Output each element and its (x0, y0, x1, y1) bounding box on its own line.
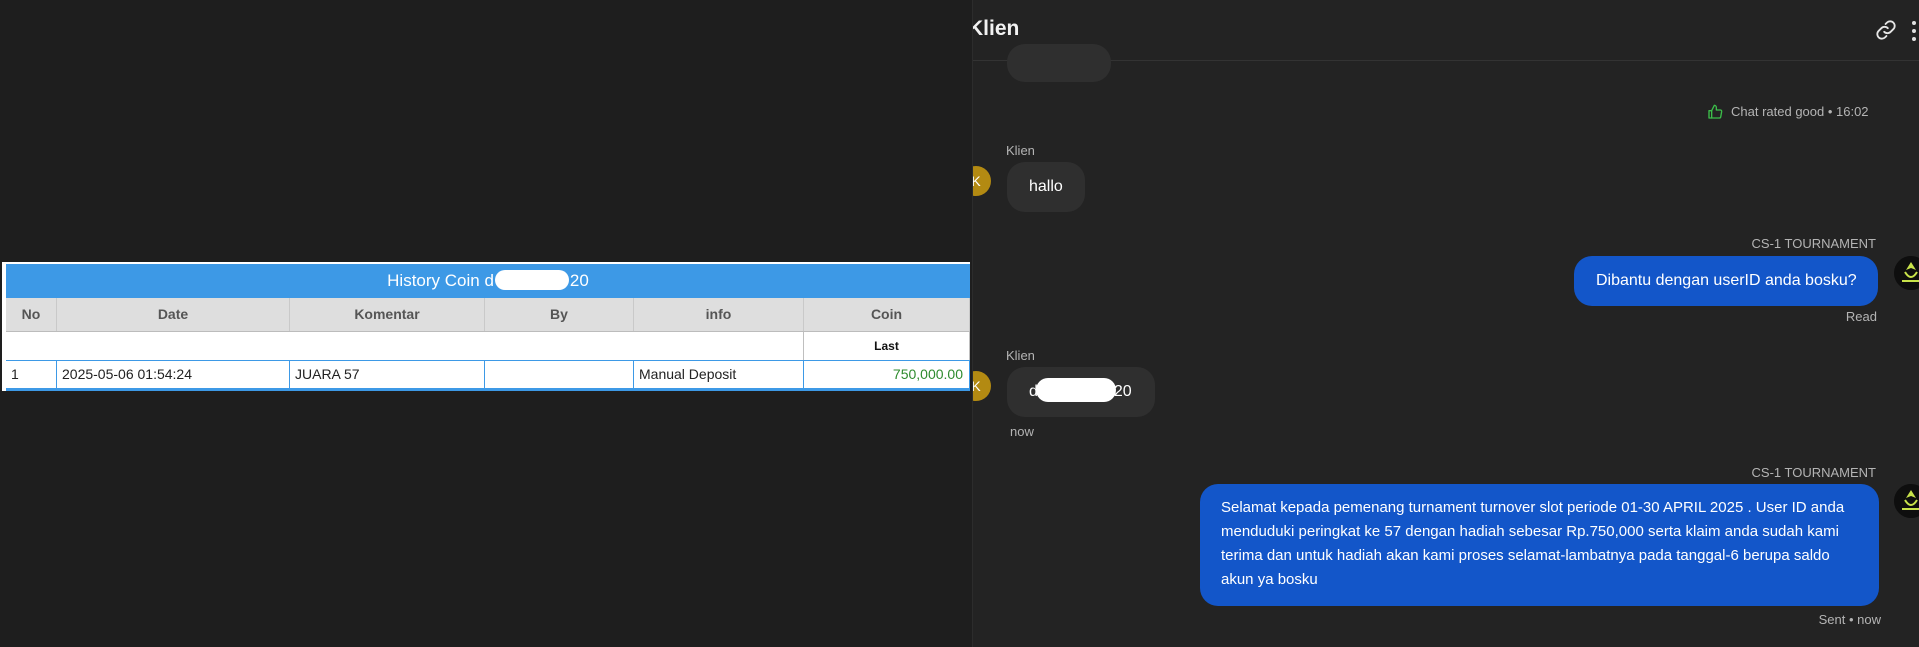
message-text: Dibantu dengan userID anda bosku? (1596, 272, 1857, 289)
column-header-date[interactable]: Date (57, 298, 290, 331)
message-text: hallo (1029, 178, 1063, 195)
message-status-read: Read (1845, 309, 1877, 324)
history-table-title: History Coin d 20 (6, 264, 970, 298)
column-header-coin[interactable]: Coin (804, 298, 970, 331)
previous-message-bubble (1007, 44, 1111, 82)
message-status-sent: Sent • now (1818, 612, 1881, 627)
chat-header: Klien (973, 0, 1919, 61)
chat-rating-text: Chat rated good • 16:02 (1731, 104, 1869, 119)
sender-label: CS-1 TOURNAMENT (1751, 236, 1876, 251)
sender-label: CS-1 TOURNAMENT (1751, 465, 1876, 480)
message-bubble-client: hallo (1007, 162, 1085, 212)
cell-no: 1 (6, 361, 57, 388)
left-panel: History Coin d 20 No Date Komentar By inf… (0, 0, 972, 647)
message-text: Selamat kepada pemenang turnament turnov… (1221, 499, 1845, 588)
history-title-prefix: History Coin d (387, 271, 494, 290)
column-header-info[interactable]: info (634, 298, 804, 331)
column-header-no[interactable]: No (6, 298, 57, 331)
table-row[interactable]: 1 2025-05-06 01:54:24 JUARA 57 Manual De… (6, 361, 970, 391)
thumbs-up-icon (1708, 104, 1723, 119)
cell-coin: 750,000.00 (804, 361, 970, 388)
table-subheader-row: Last (6, 332, 970, 361)
cell-date: 2025-05-06 01:54:24 (57, 361, 290, 388)
agent-logo-icon (1894, 256, 1919, 290)
table-header-row: No Date Komentar By info Coin (6, 298, 970, 332)
message-bubble-agent: Dibantu dengan userID anda bosku? (1574, 256, 1878, 306)
history-coin-table: History Coin d 20 No Date Komentar By inf… (2, 262, 970, 391)
column-header-komentar[interactable]: Komentar (290, 298, 485, 331)
redaction-mask (1035, 378, 1116, 402)
cell-komentar: JUARA 57 (290, 361, 485, 388)
subheader-last: Last (804, 332, 970, 360)
sender-label: Klien (1006, 143, 1035, 158)
message-bubble-client: d 20 (1007, 367, 1155, 417)
message-bubble-agent: Selamat kepada pemenang turnament turnov… (1200, 484, 1879, 606)
more-options-icon[interactable] (1912, 21, 1919, 41)
history-title-suffix: 20 (569, 271, 589, 290)
avatar: K (973, 371, 991, 401)
column-header-by[interactable]: By (485, 298, 634, 331)
message-text-suffix: 20 (1113, 383, 1132, 401)
message-time: now (1010, 424, 1034, 439)
link-icon[interactable] (1875, 19, 1897, 41)
subheader-blank-cell (6, 332, 804, 360)
chat-panel: Klien Chat rated good • 16:02 Klien K ha… (972, 0, 1919, 647)
redaction-mask (494, 269, 569, 290)
sender-label: Klien (1006, 348, 1035, 363)
chat-title: Klien (972, 17, 1020, 40)
cell-by (485, 361, 634, 388)
agent-logo-icon (1894, 484, 1919, 518)
avatar: K (973, 166, 991, 196)
cell-info: Manual Deposit (634, 361, 804, 388)
